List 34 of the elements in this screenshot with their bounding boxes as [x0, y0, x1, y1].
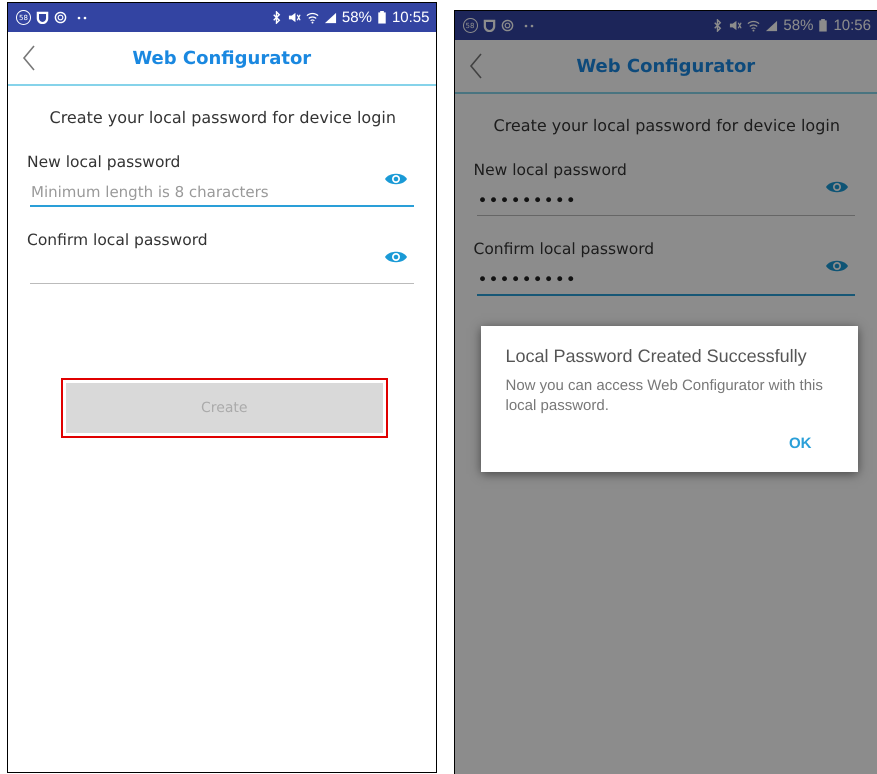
dialog-title: Local Password Created Successfully: [506, 346, 808, 367]
screen-title: Web Configurator: [576, 56, 756, 76]
field-label: Confirm local password: [27, 231, 209, 249]
circle-icon: [54, 11, 67, 24]
ok-button[interactable]: OK: [789, 435, 834, 452]
field-label: New local password: [474, 161, 628, 179]
battery-icon: [376, 11, 387, 24]
intro-text: Create your local password for device login: [492, 116, 841, 135]
signal-icon: [324, 11, 337, 24]
show-password-button[interactable]: [384, 171, 408, 187]
field-label: Confirm local password: [474, 240, 656, 258]
back-button[interactable]: [468, 53, 482, 79]
mute-icon: [288, 11, 301, 24]
signal-icon: [765, 19, 778, 32]
screen-title: Web Configurator: [132, 48, 312, 68]
back-button[interactable]: [22, 45, 36, 71]
status-time: 10:55: [392, 9, 430, 26]
battery-icon: [818, 19, 828, 32]
show-password-button[interactable]: [825, 258, 849, 274]
wifi-icon: [306, 11, 319, 24]
field-label: New local password: [27, 153, 182, 171]
battery-percentage: 58%: [783, 17, 814, 34]
show-password-button[interactable]: [825, 179, 849, 195]
mute-icon: [729, 19, 742, 32]
intro-text: Create your local password for device login: [48, 108, 397, 127]
wifi-icon: [747, 19, 760, 32]
status-time: 10:56: [833, 17, 871, 34]
battery-percentage: 58%: [342, 9, 372, 26]
more-dots-icon: [522, 24, 534, 28]
show-password-button[interactable]: [384, 249, 408, 265]
circle-icon: [500, 19, 514, 32]
more-dots-icon: [76, 16, 88, 20]
password-field[interactable]: Minimum length is 8 characters: [30, 171, 414, 207]
dialog-message: Now you can access Web Configurator with this local password.: [506, 376, 824, 415]
